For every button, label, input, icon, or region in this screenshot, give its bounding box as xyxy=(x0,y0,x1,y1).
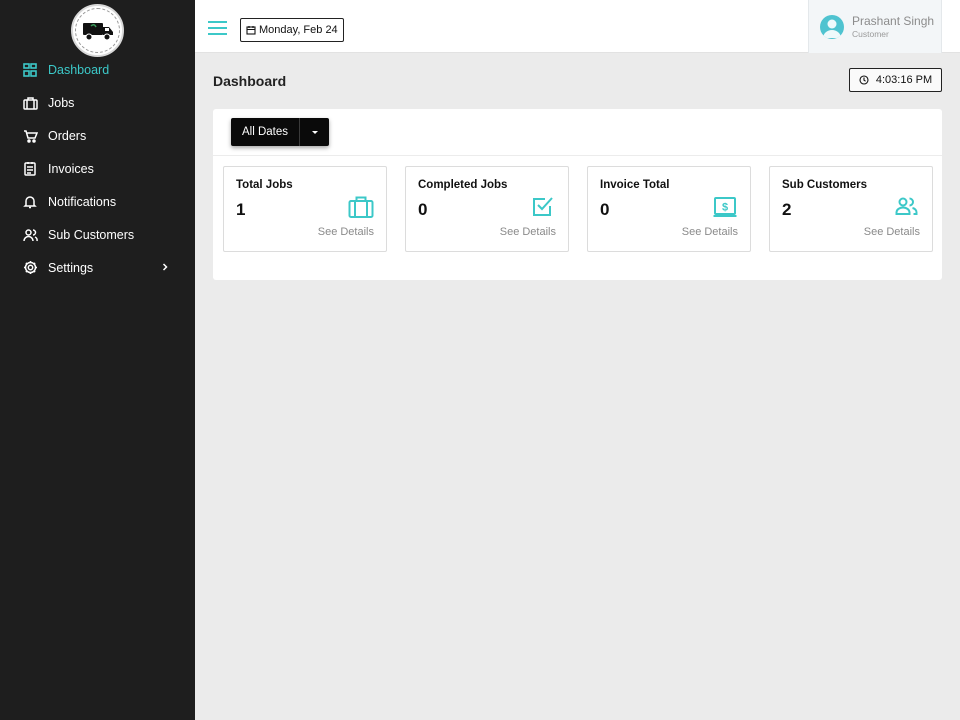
users-icon xyxy=(22,227,38,243)
panel-header: All Dates xyxy=(213,109,942,156)
invoice-total-card: Invoice Total 0 $ See Details xyxy=(587,166,751,252)
user-role: Customer xyxy=(852,28,889,39)
sidebar-item-settings[interactable]: Settings xyxy=(0,251,195,284)
current-time-text: 4:03:16 PM xyxy=(875,74,933,86)
user-name: Prashant Singh xyxy=(852,13,935,28)
sidebar-nav: Dashboard Jobs Orders Invoices Notificat… xyxy=(0,53,195,284)
see-details-link[interactable]: See Details xyxy=(500,226,556,238)
page-title: Dashboard xyxy=(213,73,287,89)
briefcase-icon xyxy=(22,95,38,111)
card-title: Sub Customers xyxy=(782,179,867,191)
card-value: 0 xyxy=(418,200,428,219)
card-title: Completed Jobs xyxy=(418,179,508,191)
dollar-bill-icon: $ xyxy=(712,195,738,219)
sidebar-item-orders[interactable]: Orders xyxy=(0,119,195,152)
users-icon xyxy=(894,195,920,219)
sidebar-item-notifications[interactable]: Notifications xyxy=(0,185,195,218)
total-jobs-card: Total Jobs 1 See Details xyxy=(223,166,387,252)
sidebar-item-label: Sub Customers xyxy=(48,227,135,242)
date-filter-dropdown: All Dates xyxy=(231,118,330,146)
svg-text:$: $ xyxy=(722,202,728,214)
sidebar-item-label: Dashboard xyxy=(48,62,110,77)
caret-down-icon xyxy=(311,130,318,134)
sidebar-item-jobs[interactable]: Jobs xyxy=(0,86,195,119)
see-details-link[interactable]: See Details xyxy=(318,226,374,238)
card-value: 0 xyxy=(600,200,610,219)
chevron-right-icon xyxy=(159,261,171,273)
sidebar-item-label: Invoices xyxy=(48,161,94,176)
card-title: Invoice Total xyxy=(600,179,670,191)
bell-icon xyxy=(22,194,38,210)
delivery-truck-logo-icon xyxy=(75,8,120,53)
see-details-link[interactable]: See Details xyxy=(864,226,920,238)
briefcase-icon xyxy=(348,195,374,219)
see-details-link[interactable]: See Details xyxy=(682,226,738,238)
date-filter-button[interactable]: All Dates xyxy=(231,118,299,146)
sidebar-item-label: Jobs xyxy=(48,95,75,110)
completed-jobs-card: Completed Jobs 0 See Details xyxy=(405,166,569,252)
card-value: 1 xyxy=(236,200,246,219)
current-date-text: Monday, Feb 24 xyxy=(259,24,338,36)
summary-panel: All Dates Total Jobs 1 See Details Compl… xyxy=(213,109,942,280)
user-menu[interactable]: Prashant Singh Customer xyxy=(808,0,942,53)
card-value: 2 xyxy=(782,200,792,219)
clock-icon xyxy=(859,75,869,85)
sub-customers-card: Sub Customers 2 See Details xyxy=(769,166,933,252)
company-logo[interactable] xyxy=(71,4,124,57)
avatar xyxy=(820,14,844,39)
grid-icon xyxy=(22,62,38,78)
sidebar-item-sub-customers[interactable]: Sub Customers xyxy=(0,218,195,251)
current-date: Monday, Feb 24 xyxy=(240,18,344,42)
sidebar-item-invoices[interactable]: Invoices xyxy=(0,152,195,185)
current-time: 4:03:16 PM xyxy=(849,68,942,92)
invoice-icon xyxy=(22,161,38,177)
cart-icon xyxy=(22,128,38,144)
calendar-icon xyxy=(246,25,256,35)
sidebar-item-label: Settings xyxy=(48,260,94,275)
checkbox-icon xyxy=(530,195,556,219)
hamburger-icon[interactable] xyxy=(208,20,227,36)
topbar: Monday, Feb 24 Prashant Singh Customer xyxy=(195,0,960,53)
card-title: Total Jobs xyxy=(236,179,293,191)
sidebar-item-label: Notifications xyxy=(48,194,117,209)
sidebar-item-label: Orders xyxy=(48,128,87,143)
date-filter-toggle[interactable] xyxy=(299,118,329,146)
gear-icon xyxy=(22,260,38,276)
sidebar-item-dashboard[interactable]: Dashboard xyxy=(0,53,195,86)
sidebar: Dashboard Jobs Orders Invoices Notificat… xyxy=(0,0,195,720)
